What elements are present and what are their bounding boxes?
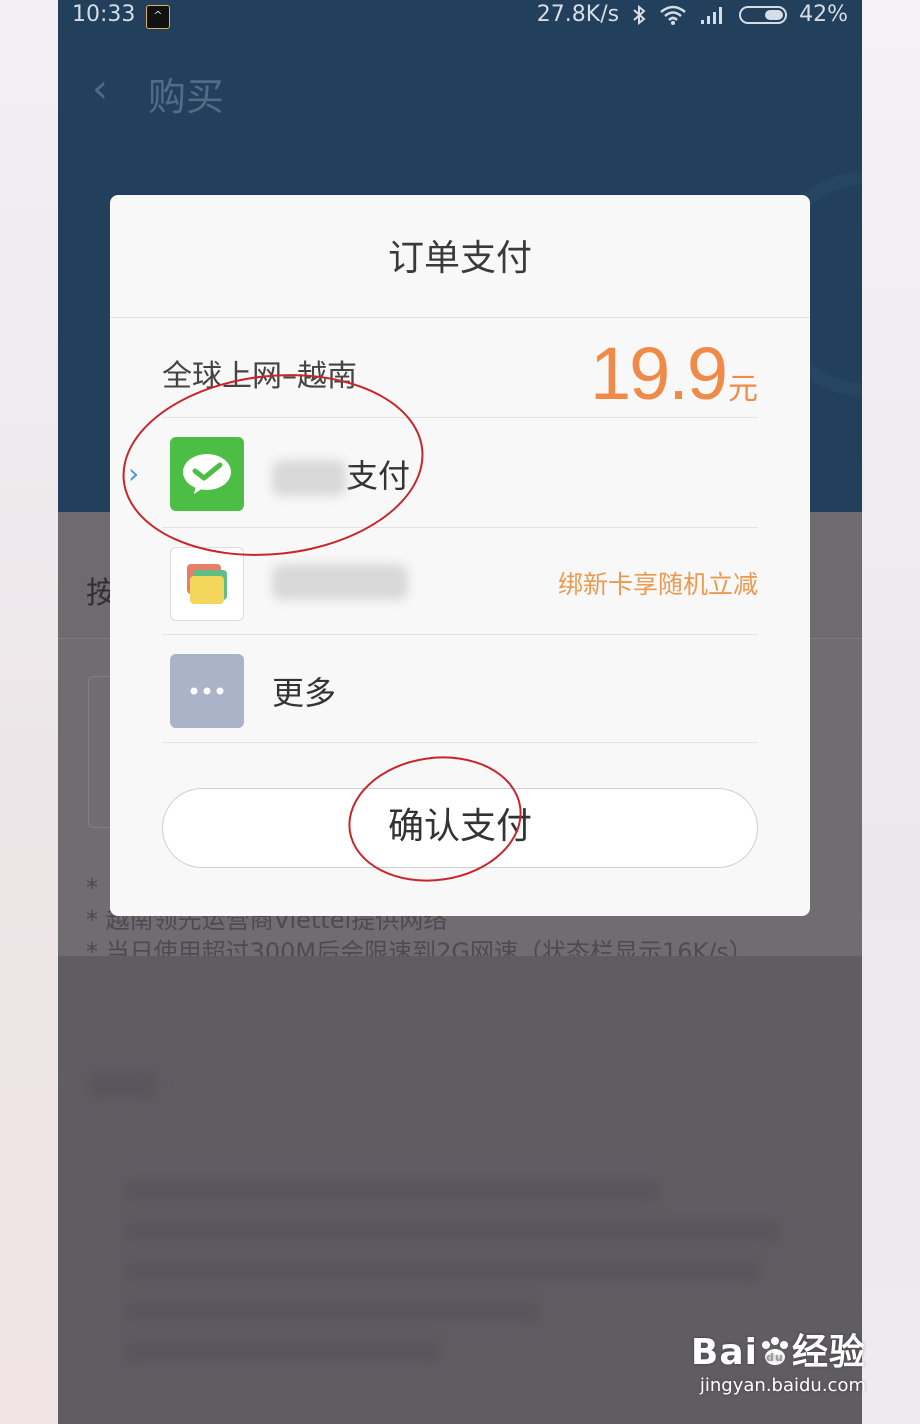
bluetooth-icon: [633, 4, 646, 25]
network-speed: 27.8K/s: [536, 2, 620, 27]
blurred-text: [272, 564, 408, 600]
svg-text:du: du: [766, 1351, 784, 1364]
phone-screen: 10:33 ^ 27.8K/s 42% ‹ 购买 按 * * 越南领先运营商Vi…: [58, 0, 862, 1424]
payment-option-card[interactable]: 绑新卡享随机立减: [162, 529, 758, 635]
battery-percent: 42%: [799, 2, 848, 27]
divider: [162, 417, 758, 418]
bank-card-icon: [170, 547, 244, 621]
watermark-url: jingyan.baidu.com: [699, 1375, 866, 1396]
more-icon: [170, 654, 244, 728]
notification-icon: ^: [146, 5, 170, 29]
dialog-title: 订单支付: [387, 238, 532, 279]
watermark-brand-prefix: Bai: [690, 1332, 758, 1373]
price: 19.9元: [590, 331, 758, 416]
divider: [162, 742, 758, 743]
divider: [162, 527, 758, 528]
divider: [162, 634, 758, 635]
left-margin: [0, 0, 58, 1424]
chevron-left-icon[interactable]: ‹: [92, 66, 108, 112]
payment-option-label: [272, 561, 408, 600]
payment-option-label: 更多: [272, 674, 337, 712]
payment-dialog: 订单支付 全球上网–越南 19.9元 › 支付 绑新卡享随机立减 更多 确认支付: [110, 195, 810, 916]
baidu-watermark: Bai du 经验 jingyan.baidu.com: [691, 1323, 866, 1396]
watermark-brand: Bai du 经验: [691, 1323, 866, 1375]
divider: [110, 317, 810, 318]
battery-icon: [739, 5, 788, 24]
selected-chevron-icon: ›: [128, 457, 140, 490]
signal-icon: [701, 6, 723, 24]
right-margin: [862, 0, 920, 1424]
payment-option-more[interactable]: 更多: [162, 636, 758, 742]
paw-icon: du: [761, 1337, 788, 1365]
status-time: 10:33: [72, 2, 136, 27]
status-right-group: 27.8K/s 42%: [537, 2, 848, 27]
blurred-text: [272, 460, 346, 496]
wifi-icon: [660, 5, 686, 25]
watermark-brand-suffix: 经验: [791, 1332, 866, 1373]
promo-text: 绑新卡享随机立减: [557, 570, 758, 599]
price-unit: 元: [728, 372, 758, 407]
payment-option-label: 支付: [272, 451, 410, 497]
wechat-pay-icon: [170, 437, 244, 511]
status-bar: 10:33 ^ 27.8K/s 42%: [58, 0, 862, 34]
confirm-pay-button[interactable]: 确认支付: [162, 788, 758, 868]
price-amount: 19.9: [589, 332, 728, 415]
payment-label-text: 支付: [346, 457, 411, 495]
product-name: 全球上网–越南: [162, 359, 357, 394]
payment-option-wechat[interactable]: › 支付: [128, 419, 758, 525]
page-title: 购买: [148, 75, 225, 119]
